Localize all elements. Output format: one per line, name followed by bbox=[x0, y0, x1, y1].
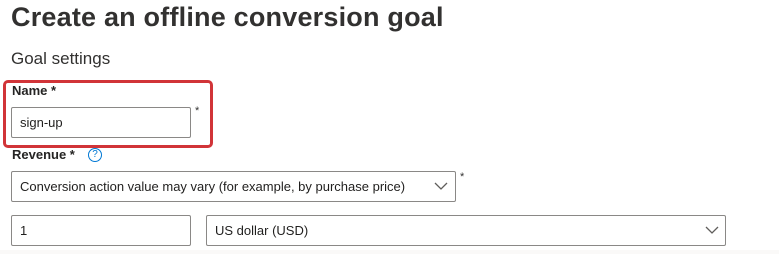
bottom-divider bbox=[0, 250, 779, 254]
revenue-type-dropdown[interactable]: Conversion action value may vary (for ex… bbox=[11, 171, 456, 202]
name-label: Name * bbox=[12, 83, 57, 98]
revenue-type-selected-value: Conversion action value may vary (for ex… bbox=[20, 179, 406, 194]
question-circle-icon[interactable]: ? bbox=[88, 148, 102, 162]
name-input[interactable] bbox=[11, 107, 191, 138]
revenue-label: Revenue * bbox=[12, 147, 75, 162]
chevron-down-icon bbox=[434, 182, 448, 190]
chevron-down-icon bbox=[705, 226, 719, 234]
currency-selected-value: US dollar (USD) bbox=[215, 223, 309, 238]
revenue-required-marker: * bbox=[460, 171, 465, 183]
page-title: Create an offline conversion goal bbox=[11, 2, 444, 32]
name-required-marker: * bbox=[195, 105, 200, 117]
currency-dropdown[interactable]: US dollar (USD) bbox=[206, 215, 726, 246]
section-title-goal-settings: Goal settings bbox=[11, 49, 111, 68]
revenue-value-input[interactable] bbox=[11, 215, 191, 246]
